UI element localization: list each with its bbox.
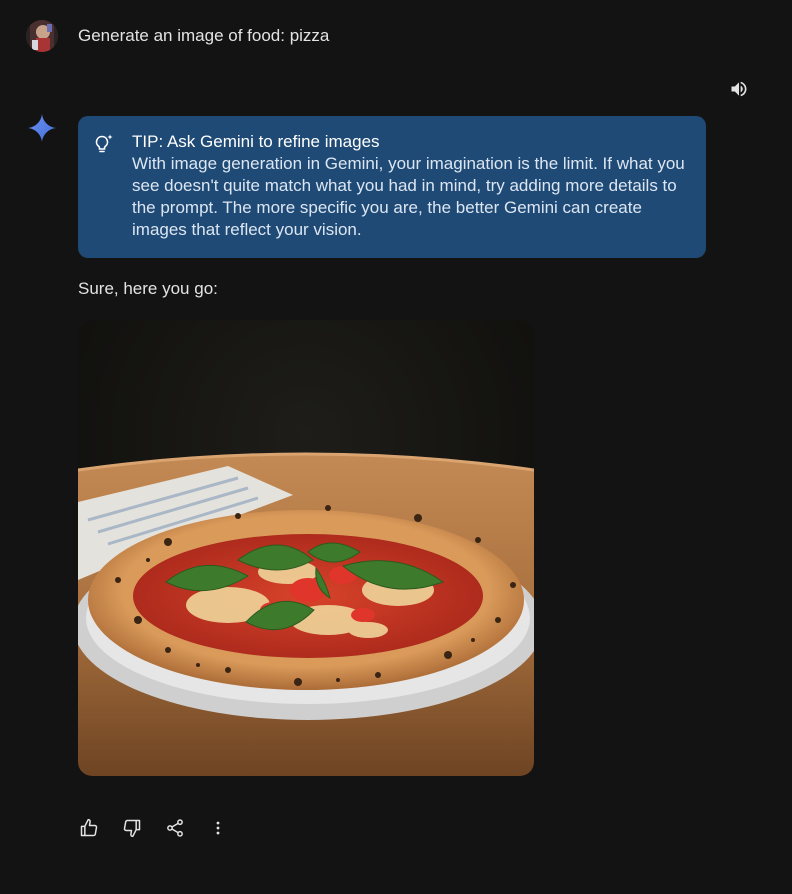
gemini-chat-page: Generate an image of food: pizza TIP: As… (0, 0, 792, 894)
thumbs-up-icon[interactable] (76, 815, 102, 841)
tip-card: TIP: Ask Gemini to refine images With im… (78, 116, 706, 258)
generated-pizza-image[interactable] (78, 320, 534, 776)
tip-body: With image generation in Gemini, your im… (132, 154, 685, 239)
response-actions-bar (76, 814, 248, 842)
speaker-icon[interactable] (726, 76, 752, 102)
more-vert-icon[interactable] (205, 815, 231, 841)
thumbs-down-icon[interactable] (119, 815, 145, 841)
gemini-spark-icon (26, 112, 58, 144)
response-text: Sure, here you go: (78, 279, 218, 298)
user-prompt-text: Generate an image of food: pizza (78, 26, 330, 45)
tip-title: TIP: Ask Gemini to refine images (132, 132, 380, 151)
share-icon[interactable] (162, 815, 188, 841)
lightbulb-sparkle-icon (92, 132, 116, 156)
user-avatar (26, 20, 58, 52)
